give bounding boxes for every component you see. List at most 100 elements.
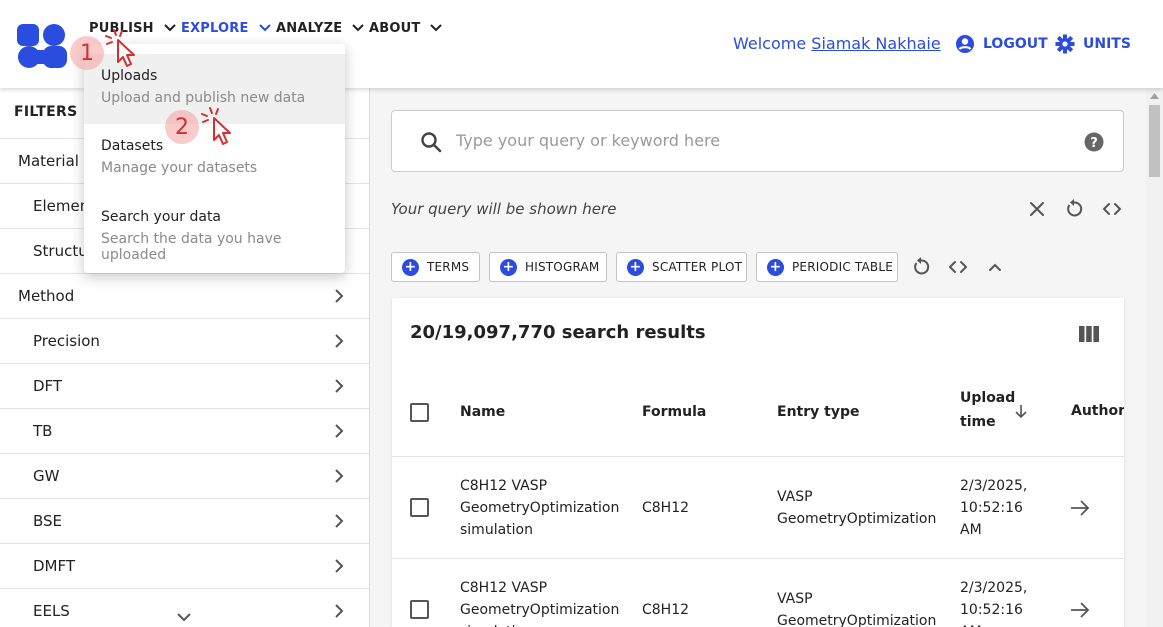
click-cursor-icon <box>201 107 231 145</box>
sort-arrow-down-icon[interactable] <box>1013 403 1029 419</box>
chip-label: HISTOGRAM <box>525 260 600 274</box>
nav-about-label: ABOUT <box>369 20 421 36</box>
results-count-title: 20/19,097,770 search results <box>410 322 706 343</box>
menu-item-subtitle: Upload and publish new data <box>101 90 306 106</box>
filter-item-gw[interactable]: GW <box>0 453 369 498</box>
nav-explore[interactable]: EXPLORE <box>181 18 271 38</box>
menu-item-subtitle: Manage your datasets <box>101 160 258 176</box>
filter-item-label: BSE <box>33 512 63 530</box>
logout-button[interactable]: LOGOUT <box>955 34 1048 54</box>
upload-time-header-line2: time <box>960 414 996 430</box>
code-icon[interactable] <box>1101 198 1123 220</box>
filter-item-label: TB <box>33 422 53 440</box>
select-all-checkbox[interactable] <box>410 403 429 422</box>
account-circle-icon <box>956 35 974 53</box>
entry-name-line: C8H12 VASP <box>460 478 548 494</box>
menu-item-title: Search your data <box>101 209 222 225</box>
step-marker-2: 2 <box>165 110 199 144</box>
scrollbar-thumb[interactable] <box>1149 105 1160 177</box>
chip-label: SCATTER PLOT <box>652 260 743 274</box>
row-checkbox[interactable] <box>410 600 429 619</box>
step-marker-1: 1 <box>70 36 104 70</box>
entry-type: VASP GeometryOptimization <box>777 486 936 530</box>
filter-item-dft[interactable]: DFT <box>0 363 369 408</box>
nav-analyze-label: ANALYZE <box>276 20 343 36</box>
filter-item-tb[interactable]: TB <box>0 408 369 453</box>
nav-explore-label: EXPLORE <box>181 20 249 36</box>
filter-item-label: EELS <box>33 602 70 620</box>
upload-time-line: 2/3/2025, <box>960 580 1028 596</box>
nav-about[interactable]: ABOUT <box>369 18 443 38</box>
close-icon[interactable] <box>1026 198 1048 220</box>
menu-item-title: Datasets <box>101 138 164 154</box>
chevron-right-icon <box>335 469 344 483</box>
entry-name-line: C8H12 VASP <box>460 580 548 596</box>
entry-type-line: GeometryOptimization <box>777 613 937 627</box>
upload-time-line: 10:52:16 <box>960 602 1023 618</box>
chevron-down-icon <box>258 24 271 32</box>
filter-item-dmft[interactable]: DMFT <box>0 543 369 588</box>
menu-item-title: Uploads <box>101 68 158 84</box>
chevron-down-icon <box>430 24 443 32</box>
row-checkbox[interactable] <box>410 498 429 517</box>
entry-name: C8H12 VASP GeometryOptimization simulati… <box>460 475 619 541</box>
chevron-right-icon <box>335 334 344 348</box>
add-histogram-widget-button[interactable]: + HISTOGRAM <box>489 252 607 282</box>
entry-name-line: GeometryOptimization <box>460 602 620 618</box>
entry-formula: C8H12 <box>642 500 690 516</box>
help-icon[interactable]: ? <box>1084 132 1104 152</box>
filter-item-label: DMFT <box>33 557 76 575</box>
columns-icon[interactable] <box>1079 326 1099 342</box>
welcome-prefix: Welcome <box>733 34 807 53</box>
chevron-right-icon <box>335 424 344 438</box>
nav-analyze[interactable]: ANALYZE <box>276 18 365 38</box>
scroll-up-arrow-icon[interactable] <box>1150 92 1159 99</box>
column-header-upload-time[interactable]: Upload time <box>960 390 1015 430</box>
units-button[interactable]: UNITS <box>1055 34 1131 54</box>
add-terms-widget-button[interactable]: + TERMS <box>391 252 480 282</box>
add-icon: + <box>500 258 517 276</box>
add-icon: + <box>767 258 784 276</box>
column-header-formula[interactable]: Formula <box>642 404 706 420</box>
chevron-up-icon[interactable] <box>984 256 1006 278</box>
add-periodic-table-widget-button[interactable]: + PERIODIC TABLE <box>756 252 898 282</box>
upload-time-line: AM <box>960 621 1027 627</box>
search-input[interactable] <box>456 131 1056 150</box>
add-scatter-plot-widget-button[interactable]: + SCATTER PLOT <box>616 252 747 282</box>
chevron-down-icon <box>164 24 176 32</box>
chevron-down-icon[interactable] <box>176 612 192 624</box>
query-display: Your query will be shown here <box>391 200 617 218</box>
entry-name: C8H12 VASP GeometryOptimization simulati… <box>460 577 619 627</box>
filter-item-label: DFT <box>33 377 63 395</box>
column-header-name[interactable]: Name <box>460 404 505 420</box>
row-divider <box>392 558 1124 559</box>
reset-icon[interactable] <box>1063 198 1085 220</box>
entry-name-line: simulation <box>460 522 533 538</box>
filter-item-label: Precision <box>33 332 100 350</box>
filter-item-precision[interactable]: Precision <box>0 318 369 363</box>
filter-item-method[interactable]: Method <box>0 273 369 318</box>
nomad-logo[interactable] <box>16 22 68 70</box>
filter-item-label: GW <box>33 467 60 485</box>
user-name-link[interactable]: Siamak Nakhaie <box>811 34 940 53</box>
upload-time-line: 2/3/2025, <box>960 478 1028 494</box>
entry-type-line: VASP <box>777 591 813 607</box>
page-scrollbar[interactable] <box>1146 88 1163 627</box>
column-header-entry-type[interactable]: Entry type <box>777 404 859 420</box>
units-label: UNITS <box>1083 36 1131 52</box>
menu-item-search-your-data[interactable]: Search your data Search the data you hav… <box>84 195 345 265</box>
column-header-authors[interactable]: Authors <box>1071 403 1124 419</box>
arrow-right-icon[interactable] <box>1070 602 1090 618</box>
arrow-right-icon[interactable] <box>1070 500 1090 516</box>
chevron-right-icon <box>335 514 344 528</box>
menu-item-subtitle: Search the data you have uploaded <box>101 231 282 263</box>
reset-icon[interactable] <box>910 256 932 278</box>
filter-item-bse[interactable]: BSE <box>0 498 369 543</box>
search-icon <box>421 132 442 153</box>
filter-item-label: Material <box>18 152 79 170</box>
add-icon: + <box>402 258 419 276</box>
code-icon[interactable] <box>947 256 969 278</box>
search-bar[interactable]: ? <box>391 110 1124 172</box>
gear-icon <box>1055 34 1075 54</box>
row-divider <box>392 456 1124 457</box>
